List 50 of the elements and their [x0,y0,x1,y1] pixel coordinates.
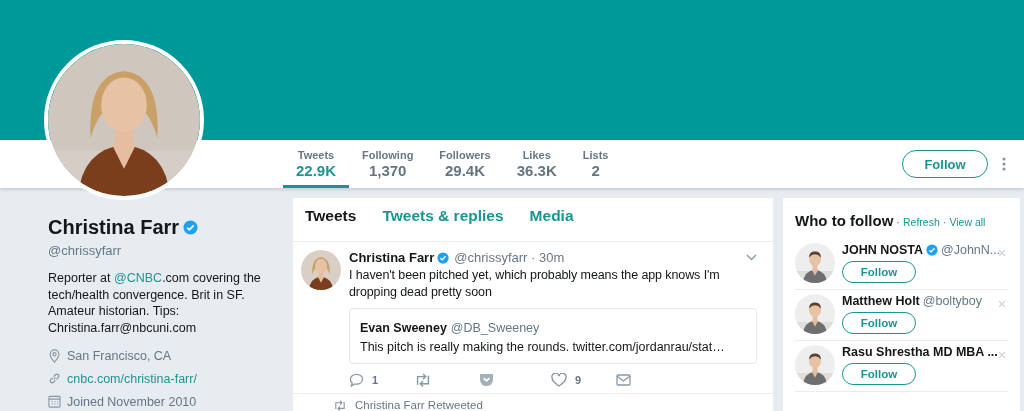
stat-tab[interactable]: Followers 29.4K [426,140,504,188]
retweet-notice: Christina Farr Retweeted [355,399,483,411]
tweet-meta: @chrissyfarr · 30m [454,250,565,265]
calendar-icon [48,395,61,408]
more-icon[interactable] [1002,157,1006,171]
card-title: Who to follow [795,212,894,229]
timeline-tab[interactable]: Media [529,207,574,241]
close-icon[interactable] [998,249,1006,257]
account-name[interactable]: Rasu Shrestha MD MBA ... [842,345,998,359]
bio-text: Reporter at @CNBC.com covering the tech/health convergence. Brit in SF. Amateur historian. Tips: Christina.farr@nbcuni.com [48,270,262,336]
stat-tab[interactable]: Following 1,370 [349,140,427,188]
separator-dot: · [896,216,900,228]
quoted-tweet[interactable]: Evan Sweeney @DB_Sweeney This pitch is really making the rounds. twitter.com/jordanrau/stat… [349,308,757,364]
tweet-text: I haven't been pitched yet, which probably means the app knows I'm dropping dead pretty soon [349,267,721,300]
retweet-icon [333,399,347,411]
location-pin-icon [48,348,61,363]
close-icon[interactable] [998,300,1006,308]
joined-date: Joined November 2010 [67,394,197,409]
stat-tab[interactable]: Tweets 22.9K [283,140,350,188]
stat-tab[interactable]: Likes 36.3K [503,140,570,188]
link-icon [48,372,61,385]
separator-dot: · [942,216,947,228]
card-link[interactable]: Refresh [903,216,940,228]
follow-button[interactable]: Follow [842,261,916,283]
envelope-icon[interactable] [616,374,631,387]
account-name[interactable]: Matthew Holt [842,294,920,308]
website-link[interactable]: cnbc.com/christina-farr/ [67,371,197,386]
retweet-icon [414,373,432,388]
chevron-down-icon[interactable] [746,254,757,261]
profile-name: Christina Farr [48,216,180,239]
follow-button[interactable]: Follow [902,150,988,178]
account-handle: @JohnN... [941,243,1001,257]
action-count: 9 [575,374,582,387]
account-name[interactable]: JOHN NOSTA [842,243,924,257]
timeline-tab[interactable]: Tweets [305,207,357,241]
location-text: San Francisco, CA [67,348,172,363]
heart-icon[interactable] [551,373,567,388]
timeline-tab[interactable]: Tweets & replies [382,207,504,241]
follow-button[interactable]: Follow [842,363,916,385]
stat-tab[interactable]: Lists 2 [569,140,622,188]
reply-icon[interactable] [349,373,364,388]
pocket-icon[interactable] [479,373,494,388]
account-handle: @boltyboy [922,294,983,308]
close-icon[interactable] [998,351,1006,359]
mention-link[interactable]: @CNBC [114,271,163,285]
card-link[interactable]: View all [949,216,986,228]
action-count: 1 [372,374,379,387]
profile-handle: @chrissyfarr [48,243,123,258]
tweet-author[interactable]: Christina Farr [349,250,435,265]
follow-button[interactable]: Follow [842,312,916,334]
